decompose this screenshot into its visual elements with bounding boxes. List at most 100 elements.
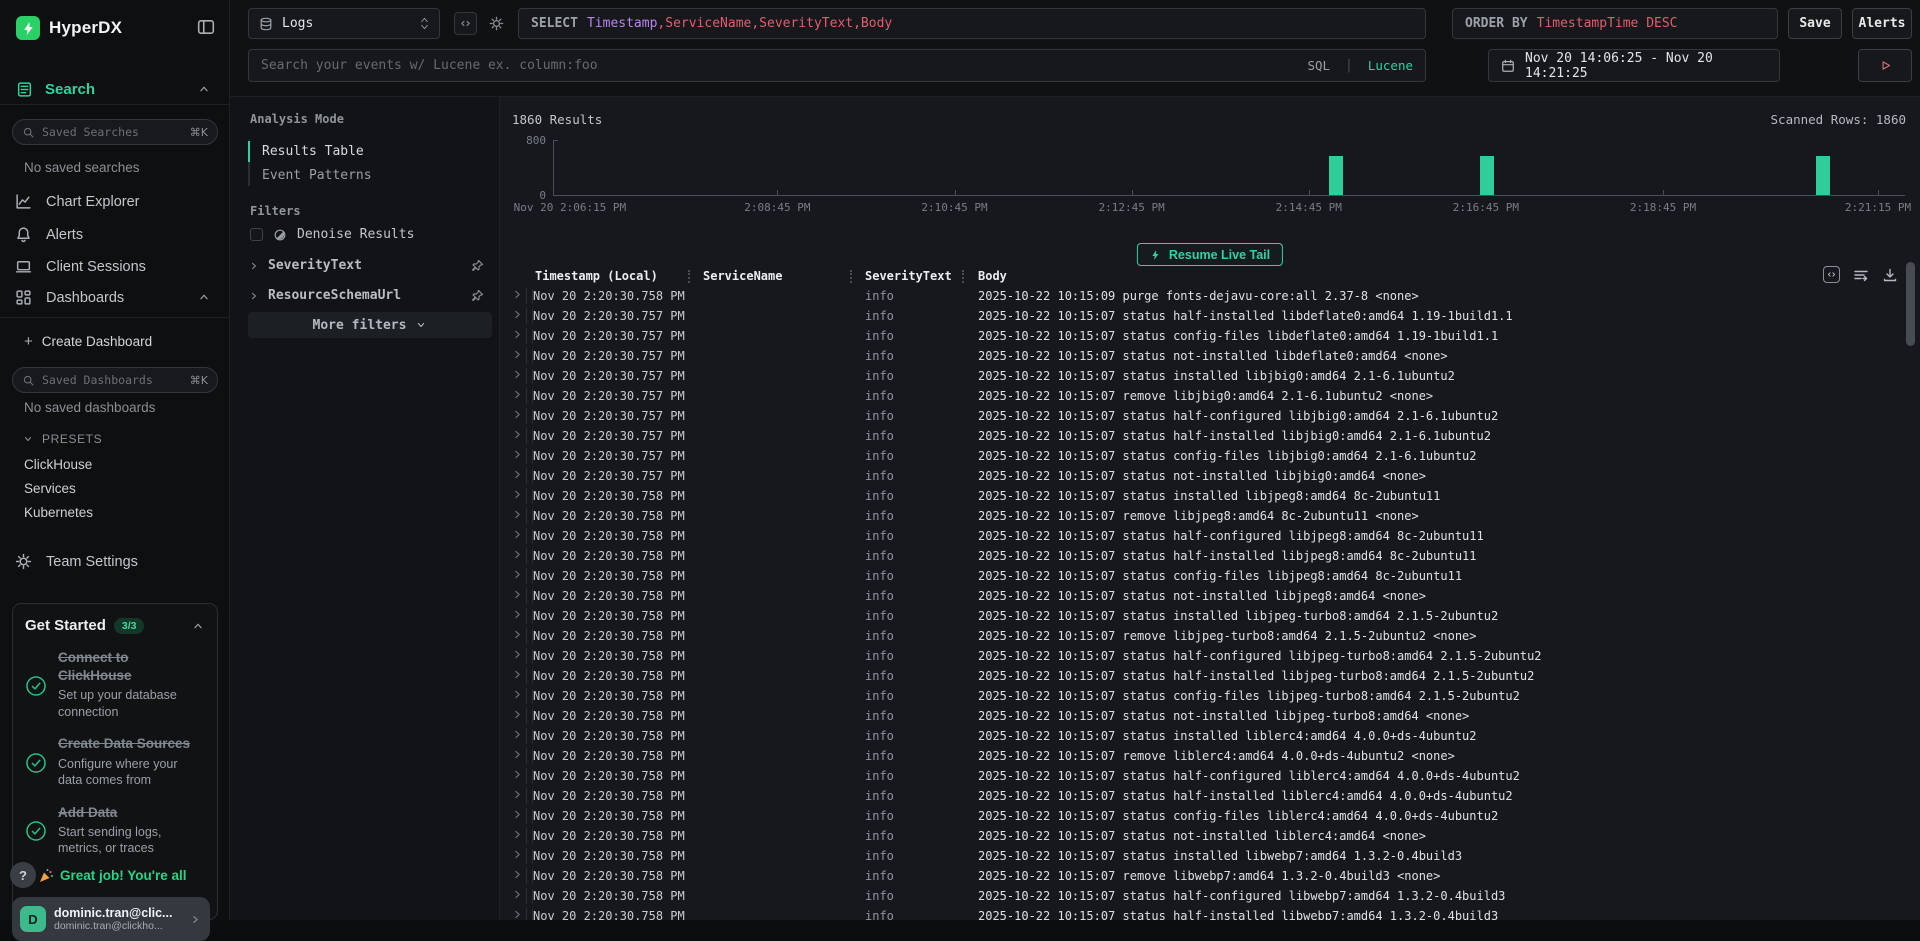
pin-icon[interactable] xyxy=(471,289,484,302)
get-started-item[interactable]: Add Data Start sending logs, metrics, or… xyxy=(25,804,205,857)
row-expand-chevron-icon[interactable] xyxy=(512,609,523,620)
user-menu[interactable]: D dominic.tran@clic... dominic.tran@clic… xyxy=(12,897,210,941)
table-row[interactable]: Nov 20 2:20:30.757 PM info 2025-10-22 10… xyxy=(500,426,1910,446)
preset-kubernetes[interactable]: Kubernetes xyxy=(0,502,230,522)
sidebar-item-team-settings[interactable]: Team Settings xyxy=(0,548,230,575)
order-by-input[interactable]: ORDER BY TimestampTime DESC xyxy=(1452,8,1778,39)
tab-results-table[interactable]: Results Table xyxy=(262,144,364,159)
column-header-body[interactable]: Body xyxy=(978,269,1007,283)
table-row[interactable]: Nov 20 2:20:30.758 PM info 2025-10-22 10… xyxy=(500,686,1910,706)
time-range-picker[interactable]: Nov 20 14:06:25 - Nov 20 14:21:25 xyxy=(1488,49,1780,82)
tab-event-patterns[interactable]: Event Patterns xyxy=(262,168,372,183)
source-select[interactable]: Logs xyxy=(248,8,440,39)
alerts-button[interactable]: Alerts xyxy=(1852,8,1912,39)
checkbox[interactable] xyxy=(250,228,263,241)
table-row[interactable]: Nov 20 2:20:30.757 PM info 2025-10-22 10… xyxy=(500,406,1910,426)
row-expand-chevron-icon[interactable] xyxy=(512,649,523,660)
column-resize-handle[interactable] xyxy=(962,270,964,283)
preset-services[interactable]: Services xyxy=(0,478,230,498)
edit-sql-icon-button[interactable] xyxy=(454,12,477,35)
row-expand-chevron-icon[interactable] xyxy=(512,429,523,440)
row-expand-chevron-icon[interactable] xyxy=(512,489,523,500)
chevron-up-icon[interactable] xyxy=(197,290,211,304)
saved-searches-field[interactable] xyxy=(42,125,183,139)
table-row[interactable]: Nov 20 2:20:30.758 PM info 2025-10-22 10… xyxy=(500,566,1910,586)
filter-group-severitytext[interactable]: SeverityText xyxy=(248,258,484,273)
row-expand-chevron-icon[interactable] xyxy=(512,549,523,560)
column-header-severitytext[interactable]: SeverityText xyxy=(865,269,952,283)
saved-dashboards-field[interactable] xyxy=(42,373,183,387)
wrap-lines-icon[interactable] xyxy=(1853,266,1869,283)
row-expand-chevron-icon[interactable] xyxy=(512,809,523,820)
row-expand-chevron-icon[interactable] xyxy=(512,789,523,800)
collapse-sidebar-icon[interactable] xyxy=(197,18,215,36)
sidebar-item-alerts[interactable]: Alerts xyxy=(0,221,230,248)
saved-dashboards-input[interactable]: ⌘K xyxy=(12,367,218,393)
table-row[interactable]: Nov 20 2:20:30.758 PM info 2025-10-22 10… xyxy=(500,546,1910,566)
table-row[interactable]: Nov 20 2:20:30.758 PM info 2025-10-22 10… xyxy=(500,666,1910,686)
histogram-bar[interactable] xyxy=(1480,156,1494,195)
table-row[interactable]: Nov 20 2:20:30.758 PM info 2025-10-22 10… xyxy=(500,646,1910,666)
row-expand-chevron-icon[interactable] xyxy=(512,589,523,600)
table-row[interactable]: Nov 20 2:20:30.758 PM info 2025-10-22 10… xyxy=(500,706,1910,726)
row-expand-chevron-icon[interactable] xyxy=(512,769,523,780)
row-expand-chevron-icon[interactable] xyxy=(512,529,523,540)
row-expand-chevron-icon[interactable] xyxy=(512,669,523,680)
table-row[interactable]: Nov 20 2:20:30.758 PM info 2025-10-22 10… xyxy=(500,766,1910,786)
row-expand-chevron-icon[interactable] xyxy=(512,889,523,900)
row-expand-chevron-icon[interactable] xyxy=(512,309,523,320)
search-input[interactable] xyxy=(261,58,1299,73)
row-expand-chevron-icon[interactable] xyxy=(512,329,523,340)
table-row[interactable]: Nov 20 2:20:30.758 PM info 2025-10-22 10… xyxy=(500,526,1910,546)
presets-toggle[interactable]: PRESETS xyxy=(0,430,230,448)
table-row[interactable]: Nov 20 2:20:30.757 PM info 2025-10-22 10… xyxy=(500,466,1910,486)
row-expand-chevron-icon[interactable] xyxy=(512,629,523,640)
row-expand-chevron-icon[interactable] xyxy=(512,569,523,580)
row-expand-chevron-icon[interactable] xyxy=(512,349,523,360)
row-expand-chevron-icon[interactable] xyxy=(512,869,523,880)
pin-icon[interactable] xyxy=(471,259,484,272)
filter-group-resourceschemaurl[interactable]: ResourceSchemaUrl xyxy=(248,288,484,303)
source-settings-gear-icon[interactable] xyxy=(485,12,508,35)
sidebar-item-dashboards[interactable]: Dashboards xyxy=(0,284,230,311)
table-row[interactable]: Nov 20 2:20:30.757 PM info 2025-10-22 10… xyxy=(500,346,1910,366)
row-expand-chevron-icon[interactable] xyxy=(512,849,523,860)
row-expand-chevron-icon[interactable] xyxy=(512,449,523,460)
row-expand-chevron-icon[interactable] xyxy=(512,289,523,300)
search-input-container[interactable]: SQL | Lucene xyxy=(248,49,1426,82)
row-expand-chevron-icon[interactable] xyxy=(512,689,523,700)
column-header-servicename[interactable]: ServiceName xyxy=(703,269,782,283)
table-row[interactable]: Nov 20 2:20:30.758 PM info 2025-10-22 10… xyxy=(500,626,1910,646)
table-row[interactable]: Nov 20 2:20:30.758 PM info 2025-10-22 10… xyxy=(500,746,1910,766)
table-row[interactable]: Nov 20 2:20:30.758 PM info 2025-10-22 10… xyxy=(500,806,1910,826)
row-expand-chevron-icon[interactable] xyxy=(512,509,523,520)
column-resize-handle[interactable] xyxy=(850,270,852,283)
table-row[interactable]: Nov 20 2:20:30.758 PM info 2025-10-22 10… xyxy=(500,486,1910,506)
row-expand-chevron-icon[interactable] xyxy=(512,389,523,400)
table-row[interactable]: Nov 20 2:20:30.758 PM info 2025-10-22 10… xyxy=(500,286,1910,306)
table-row[interactable]: Nov 20 2:20:30.758 PM info 2025-10-22 10… xyxy=(500,886,1910,906)
table-row[interactable]: Nov 20 2:20:30.758 PM info 2025-10-22 10… xyxy=(500,586,1910,606)
column-config-icon[interactable] xyxy=(1823,266,1840,283)
table-row[interactable]: Nov 20 2:20:30.758 PM info 2025-10-22 10… xyxy=(500,866,1910,886)
chevron-up-icon[interactable] xyxy=(197,82,211,96)
mode-sql-toggle[interactable]: SQL xyxy=(1307,58,1330,73)
table-row[interactable]: Nov 20 2:20:30.757 PM info 2025-10-22 10… xyxy=(500,306,1910,326)
row-expand-chevron-icon[interactable] xyxy=(512,909,523,920)
table-row[interactable]: Nov 20 2:20:30.758 PM info 2025-10-22 10… xyxy=(500,846,1910,866)
histogram-bar[interactable] xyxy=(1816,156,1830,195)
row-expand-chevron-icon[interactable] xyxy=(512,369,523,380)
row-expand-chevron-icon[interactable] xyxy=(512,729,523,740)
get-started-item[interactable]: Connect to ClickHouse Set up your databa… xyxy=(25,649,205,720)
denoise-results-toggle[interactable]: Denoise Results xyxy=(250,227,414,242)
create-dashboard-button[interactable]: + Create Dashboard xyxy=(0,330,230,352)
run-query-button[interactable] xyxy=(1858,49,1912,82)
mode-lucene-toggle[interactable]: Lucene xyxy=(1368,58,1413,73)
more-filters-button[interactable]: More filters xyxy=(248,312,492,338)
sidebar-item-client-sessions[interactable]: Client Sessions xyxy=(0,253,230,280)
table-row[interactable]: Nov 20 2:20:30.757 PM info 2025-10-22 10… xyxy=(500,446,1910,466)
row-expand-chevron-icon[interactable] xyxy=(512,749,523,760)
table-row[interactable]: Nov 20 2:20:30.757 PM info 2025-10-22 10… xyxy=(500,386,1910,406)
resume-live-tail-button[interactable]: Resume Live Tail xyxy=(1137,243,1283,266)
sidebar-item-chart-explorer[interactable]: Chart Explorer xyxy=(0,188,230,215)
